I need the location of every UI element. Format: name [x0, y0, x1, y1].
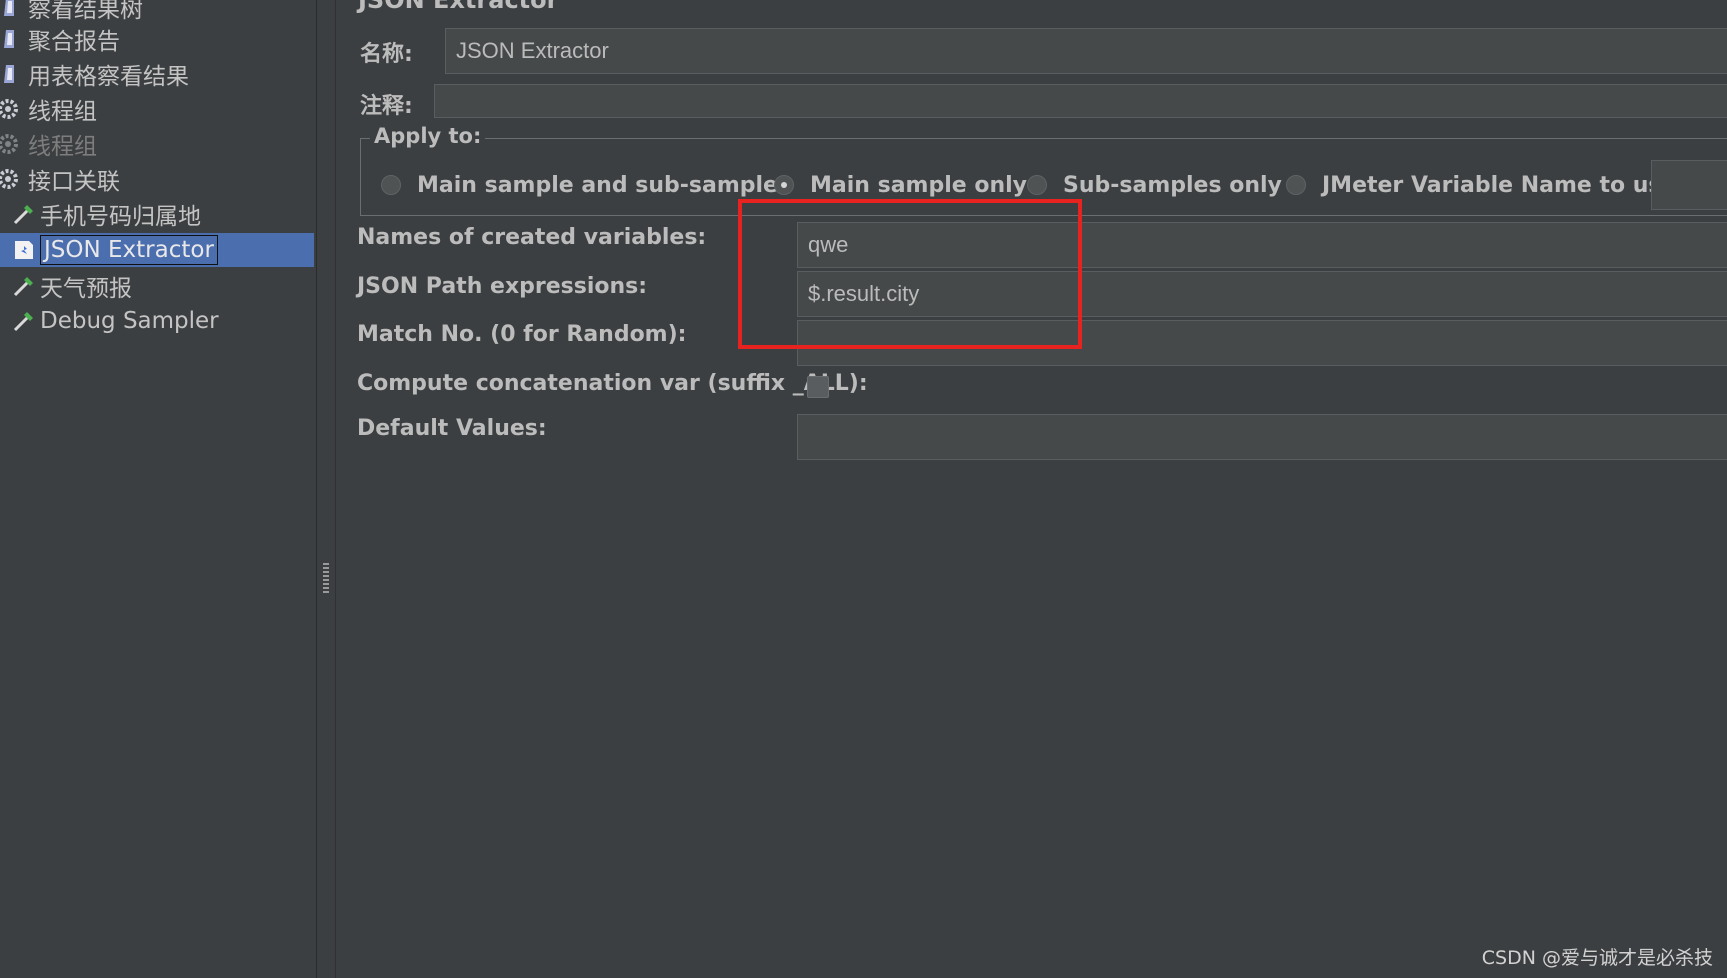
- names-of-variables-label: Names of created variables:: [357, 225, 707, 250]
- match-no-label: Match No. (0 for Random):: [357, 322, 687, 347]
- match-no-input[interactable]: [797, 320, 1727, 366]
- name-label: 名称:: [360, 42, 413, 67]
- radio-sub-samples-only[interactable]: Sub-samples only: [1027, 170, 1282, 200]
- pane-splitter[interactable]: [316, 0, 336, 978]
- comment-input[interactable]: [434, 84, 1727, 118]
- tree-item-weather-forecast[interactable]: 天气预报: [12, 269, 132, 303]
- tree-item-view-results-tree[interactable]: 察看结果树: [0, 0, 143, 24]
- gear-icon: [0, 99, 18, 119]
- apply-to-legend: Apply to:: [370, 124, 486, 148]
- listener-icon: [4, 30, 14, 48]
- gear-icon: [0, 134, 18, 154]
- listener-icon: [4, 0, 14, 16]
- names-of-variables-value: qwe: [808, 232, 849, 257]
- tree-item-json-extractor[interactable]: JSON Extractor: [0, 233, 314, 267]
- radio-label: Sub-samples only: [1063, 172, 1282, 198]
- tree-item-thread-group-1[interactable]: 线程组: [0, 92, 97, 126]
- comment-label: 注释:: [360, 94, 413, 119]
- tree-item-thread-group-2[interactable]: 线程组: [0, 127, 97, 161]
- json-path-label: JSON Path expressions:: [357, 274, 648, 299]
- names-of-variables-input[interactable]: qwe: [797, 222, 1727, 268]
- radio-button-selected-icon: [774, 175, 794, 195]
- radio-label: JMeter Variable Name to use: [1322, 172, 1677, 198]
- tree-item-label: 手机号码归属地: [40, 204, 201, 230]
- radio-label: Main sample and sub-samples: [417, 172, 792, 198]
- name-input[interactable]: JSON Extractor: [445, 28, 1727, 74]
- tree-item-label: 线程组: [28, 99, 97, 125]
- radio-jmeter-variable[interactable]: JMeter Variable Name to use: [1286, 170, 1676, 200]
- json-path-input[interactable]: $.result.city: [797, 271, 1727, 317]
- test-plan-tree: 察看结果树 聚合报告 用表格察看结果 线程组 线程组 接口关联 手机号码归属地 …: [0, 0, 316, 978]
- listener-icon: [4, 65, 14, 83]
- name-input-value: JSON Extractor: [456, 38, 609, 63]
- radio-button-icon: [1027, 175, 1047, 195]
- sampler-pipette-icon: [13, 312, 33, 332]
- tree-item-table-results[interactable]: 用表格察看结果: [0, 57, 189, 91]
- json-path-value: $.result.city: [808, 281, 920, 306]
- concatenation-checkbox[interactable]: [807, 376, 829, 398]
- default-values-label: Default Values:: [357, 416, 547, 441]
- json-extractor-panel: JSON Extractor 名称: JSON Extractor 注释: Ap…: [336, 0, 1727, 978]
- sampler-pipette-icon: [13, 277, 33, 297]
- tree-item-label: 接口关联: [28, 169, 120, 195]
- tree-item-aggregate-report[interactable]: 聚合报告: [0, 22, 120, 56]
- tree-item-label: 天气预报: [40, 276, 132, 302]
- tree-item-label: JSON Extractor: [40, 235, 218, 265]
- tree-item-debug-sampler[interactable]: Debug Sampler: [12, 304, 219, 338]
- tree-item-label: 聚合报告: [28, 29, 120, 55]
- tree-item-phone-location[interactable]: 手机号码归属地: [12, 197, 201, 231]
- tree-item-label: Debug Sampler: [40, 308, 219, 334]
- radio-button-icon: [1286, 175, 1306, 195]
- concatenation-label: Compute concatenation var (suffix _ALL):: [357, 371, 868, 396]
- tree-item-label: 察看结果树: [28, 0, 143, 23]
- default-values-input[interactable]: [797, 414, 1727, 460]
- radio-main-and-sub-samples[interactable]: Main sample and sub-samples: [381, 170, 791, 200]
- gear-icon: [0, 169, 18, 189]
- radio-button-icon: [381, 175, 401, 195]
- panel-title: JSON Extractor: [358, 0, 559, 14]
- radio-main-sample-only[interactable]: Main sample only: [774, 170, 1027, 200]
- radio-label: Main sample only: [810, 172, 1027, 198]
- sampler-pipette-icon: [13, 205, 33, 225]
- jmeter-variable-name-input[interactable]: [1651, 160, 1727, 210]
- tree-item-interface-correlation[interactable]: 接口关联: [0, 162, 120, 196]
- post-processor-icon: [15, 241, 33, 259]
- watermark: CSDN @爱与诚才是必杀技: [1481, 947, 1713, 969]
- tree-item-label: 用表格察看结果: [28, 64, 189, 90]
- tree-item-label: 线程组: [28, 134, 97, 160]
- splitter-grip-icon: [323, 563, 329, 593]
